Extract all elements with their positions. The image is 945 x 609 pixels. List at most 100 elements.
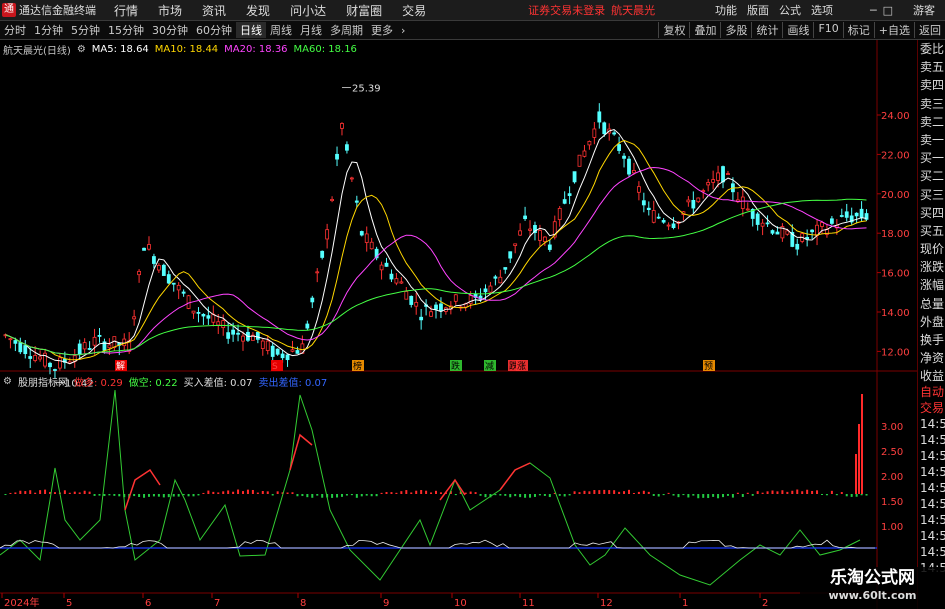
- indicator-bar: [4, 494, 7, 496]
- guest-login[interactable]: 游客: [913, 2, 935, 18]
- menu-trade[interactable]: 交易: [402, 2, 426, 19]
- login-status[interactable]: 证券交易未登录: [528, 2, 605, 18]
- indicator-bar: [538, 494, 541, 496]
- ma-info-line: 航天晨光(日线) ⚙ MA5: 18.64 MA10: 18.44 MA20: …: [0, 42, 357, 57]
- indicator-bar: [519, 494, 522, 498]
- tool-mark[interactable]: 标记: [842, 22, 874, 38]
- tool-adjust[interactable]: 复权: [658, 22, 689, 38]
- candle-body: [226, 332, 231, 339]
- tool-add-watchlist[interactable]: +自选: [873, 22, 914, 38]
- indicator-bar: [167, 494, 170, 498]
- indicator-settings-icon[interactable]: ⚙: [3, 376, 12, 387]
- indicator-bar: [400, 491, 403, 494]
- indicator-bar: [321, 494, 324, 498]
- menu-layout[interactable]: 版面: [747, 2, 769, 18]
- indicator-bar: [766, 491, 769, 494]
- candle-body: [330, 199, 334, 202]
- candle-body: [805, 236, 810, 240]
- indicator-bar: [365, 494, 368, 496]
- tool-back[interactable]: 返回: [914, 22, 945, 38]
- x-tick-label: 11: [522, 598, 535, 609]
- indicator-bar: [311, 494, 314, 498]
- auto-trade-label[interactable]: 交易: [918, 400, 945, 416]
- indicator-bar: [425, 490, 428, 494]
- indicator-y-tick-label: 1.50: [881, 497, 903, 508]
- indicator-bar: [598, 490, 601, 494]
- menu-options[interactable]: 选项: [811, 2, 833, 18]
- candle-body: [325, 229, 330, 240]
- period-daily[interactable]: 日线: [236, 22, 266, 38]
- candle-body: [191, 310, 196, 314]
- indicator-bar: [152, 494, 155, 497]
- more-chevron-icon[interactable]: ›: [397, 24, 409, 37]
- candle-body: [775, 231, 780, 235]
- candle-body: [275, 348, 280, 355]
- indicator-bar: [741, 494, 744, 497]
- candle-body: [176, 284, 181, 291]
- indicator-bar: [143, 494, 146, 498]
- indicator-bar: [172, 494, 175, 497]
- indicator-bar: [820, 494, 823, 496]
- quote-side-panel[interactable]: 委比 卖五 卖四 卖三 卖二 卖一 买一 买二 买三 买四 买五 现价 涨跌 涨幅 总量 外盘 换手 净资 收益 自…: [917, 40, 945, 609]
- candle-body: [439, 303, 443, 312]
- indicator-bar: [583, 490, 586, 494]
- period-monthly[interactable]: 月线: [296, 22, 326, 38]
- indicator-bar: [647, 491, 650, 494]
- indicator-name[interactable]: 股朋指标网: [18, 374, 68, 389]
- chart-area[interactable]: 24.0022.0020.0018.0016.0014.0012.0025.39…: [0, 40, 917, 609]
- menu-discover[interactable]: 发现: [246, 2, 270, 19]
- candle-body: [686, 199, 691, 203]
- period-more[interactable]: 更多: [367, 22, 397, 38]
- indicator-bar: [242, 491, 245, 494]
- period-15min[interactable]: 15分钟: [104, 22, 148, 38]
- tool-stats[interactable]: 统计: [751, 22, 782, 38]
- settings-icon[interactable]: ⚙: [77, 44, 86, 55]
- candle-body: [132, 316, 137, 320]
- period-multi[interactable]: 多周期: [326, 22, 367, 38]
- menu-exchange[interactable]: 市场: [158, 2, 182, 19]
- period-weekly[interactable]: 周线: [266, 22, 296, 38]
- quote-label: 买四: [920, 205, 945, 220]
- menu-wealth[interactable]: 财富圈: [346, 2, 382, 19]
- candle-body: [567, 193, 572, 196]
- candle-body: [602, 122, 607, 135]
- menu-market[interactable]: 行情: [114, 2, 138, 19]
- indicator-bar: [380, 492, 383, 494]
- x-tick-label: 1: [682, 598, 688, 609]
- period-30min[interactable]: 30分钟: [148, 22, 192, 38]
- tool-f10[interactable]: F10: [813, 22, 842, 38]
- period-1min[interactable]: 1分钟: [30, 22, 67, 38]
- candle-body: [147, 244, 151, 250]
- auto-trade-label[interactable]: 自动: [918, 384, 945, 400]
- candle-body: [538, 230, 542, 241]
- maximize-icon[interactable]: □: [883, 4, 893, 17]
- candle-body: [161, 264, 166, 276]
- candle-body: [785, 230, 790, 235]
- minimize-icon[interactable]: ─: [870, 4, 877, 17]
- candle-body: [770, 230, 775, 234]
- candle-body: [810, 229, 814, 233]
- indicator-bar: [103, 494, 106, 497]
- period-5min[interactable]: 5分钟: [67, 22, 104, 38]
- menu-function[interactable]: 功能: [715, 2, 737, 18]
- period-60min[interactable]: 60分钟: [192, 22, 236, 38]
- menu-ask[interactable]: 问小达: [290, 2, 326, 19]
- candle-body: [651, 210, 656, 223]
- y-tick-label: 14.00: [881, 308, 910, 319]
- menu-news[interactable]: 资讯: [202, 2, 226, 19]
- indicator-bar: [840, 492, 843, 494]
- tool-overlay[interactable]: 叠加: [689, 22, 720, 38]
- tool-draw[interactable]: 画线: [782, 22, 813, 38]
- candle-body: [82, 342, 87, 350]
- event-marker-label: 榜: [353, 360, 362, 372]
- menu-formula[interactable]: 公式: [779, 2, 801, 18]
- indicator-bar: [375, 494, 378, 497]
- indicator-bar: [652, 494, 655, 496]
- indicator-bar: [509, 494, 512, 498]
- indicator-bar: [533, 494, 536, 497]
- candle-body: [627, 158, 631, 175]
- candle-body: [528, 228, 532, 231]
- watermark-title: 乐淘公式网: [830, 568, 915, 588]
- tool-multi-stock[interactable]: 多股: [720, 22, 751, 38]
- period-intraday[interactable]: 分时: [0, 22, 30, 38]
